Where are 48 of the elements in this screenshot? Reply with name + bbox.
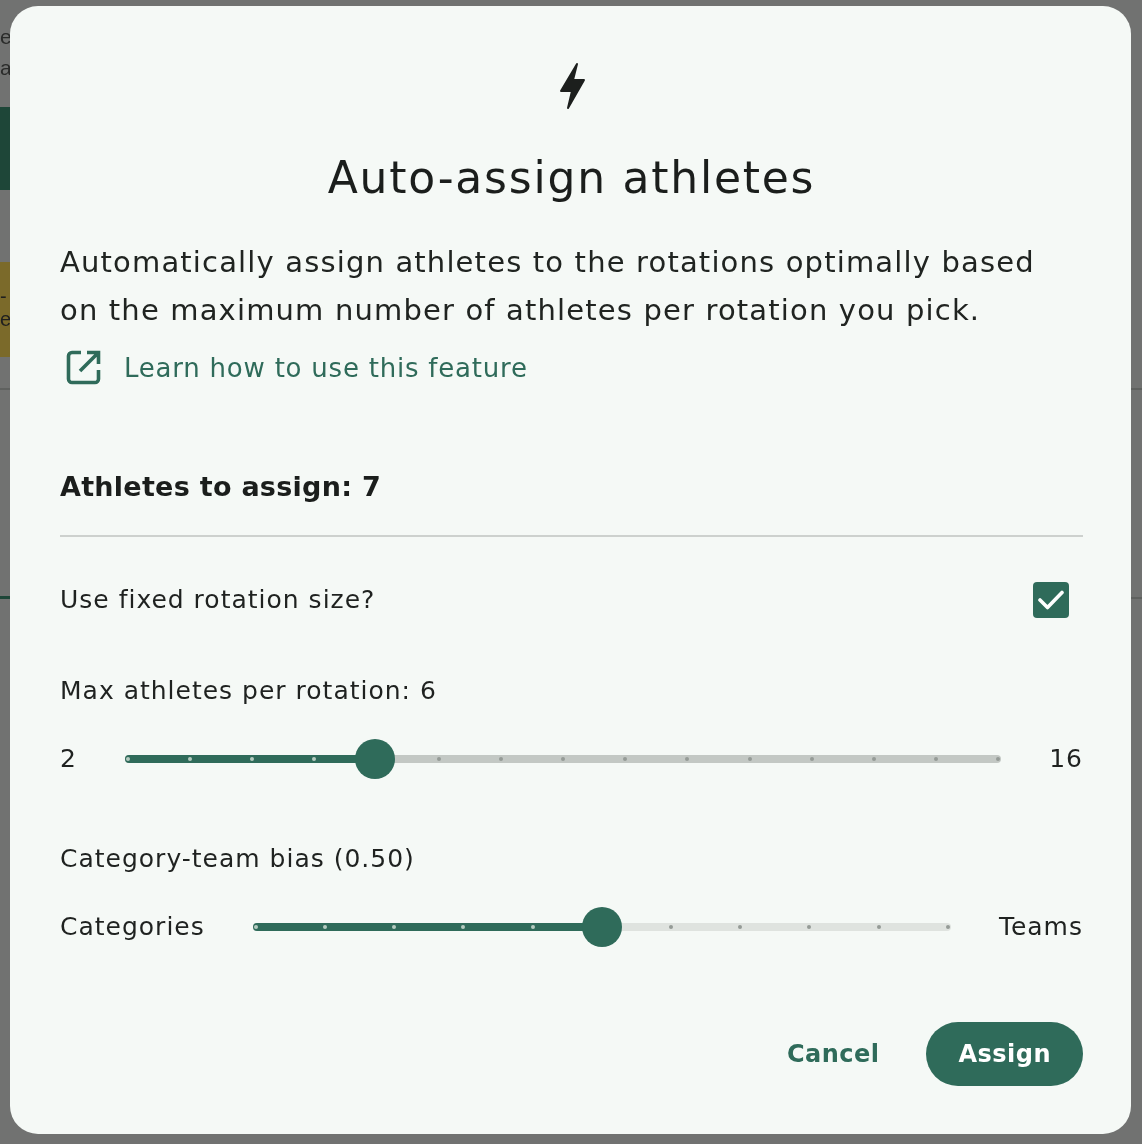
slider-tick [738,925,743,929]
slider-tick [530,925,535,929]
external-link-icon [65,349,102,386]
slider-tick [250,757,255,761]
cancel-button[interactable]: Cancel [766,1022,900,1086]
slider-tick [871,757,876,761]
dialog-description: Automatically assign athletes to the rotations optimally based on the maximum number of athletes per rotation you pick. [60,244,1036,329]
setting-label: Max athletes per rotation: 6 [60,675,438,707]
slider-tick [623,757,628,761]
athletes-count-heading: Athletes to assign: 7 [60,470,382,504]
slider-min-label: Categories [60,911,205,943]
slider-tick [461,925,466,929]
slider-max-label: 16 [1049,743,1083,775]
slider-tick [876,925,881,929]
slider-tick [188,757,193,761]
slider-tick [253,925,258,929]
slider-tick [392,925,397,929]
lightning-bolt-icon [557,62,586,110]
slider-tick [945,925,950,929]
dialog-title: Auto-assign athletes [326,152,817,204]
slider-max-label: Teams [998,911,1083,943]
slider-tick [996,757,1001,761]
slider-tick [809,757,814,761]
slider-track[interactable] [124,739,1002,779]
slider-tick [685,757,690,761]
checkmark-icon [1038,590,1064,610]
slider-tick [561,757,566,761]
slider-tick [322,925,327,929]
help-link[interactable]: Learn how to use this feature [65,349,528,386]
banner-text: - [0,284,8,308]
slider-tick [807,925,812,929]
slider-thumb[interactable] [355,739,396,779]
slider-tick [747,757,752,761]
slider-tick [436,757,441,761]
slider-tick [498,757,503,761]
slider-tick [125,757,130,761]
checkbox[interactable] [1033,582,1069,618]
setting-label: Use fixed rotation size? [60,584,376,616]
banner-text: e [0,307,12,331]
slider-track[interactable] [252,907,951,947]
slider-thumb[interactable] [581,907,622,947]
slider-tick [934,757,938,761]
slider-tick [312,757,317,761]
assign-button[interactable]: Assign [926,1022,1083,1086]
slider-tick [669,925,674,929]
setting-label: Category-team bias (0.50) [60,843,416,875]
page-text: e [0,24,12,50]
slider-min-label: 2 [60,743,77,775]
